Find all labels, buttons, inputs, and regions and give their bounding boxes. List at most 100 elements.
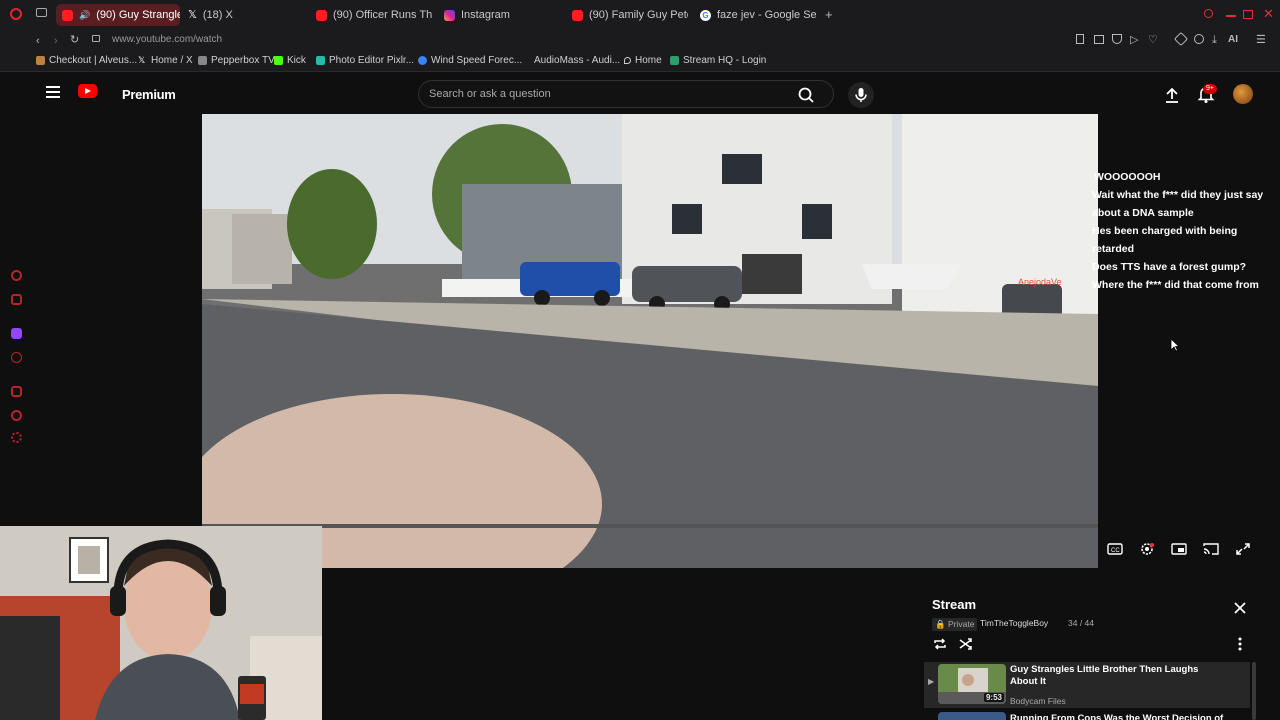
bookmark-pixlr[interactable]: Photo Editor Pixlr... [316, 55, 414, 66]
sidebar-chatgpt-icon[interactable] [11, 270, 22, 281]
bookmark-home-x[interactable]: 𝕏 Home / X [138, 55, 193, 66]
more-options-icon[interactable] [1236, 636, 1244, 652]
opera-logo-icon[interactable] [10, 8, 22, 20]
chat-message: WOOOOOOH [1094, 171, 1161, 183]
search-icon[interactable] [791, 85, 821, 105]
chat-message: Does TTS have a forest gump? [1092, 261, 1247, 273]
play-icon[interactable]: ▷ [1130, 33, 1138, 47]
pixlr-icon [316, 56, 325, 65]
playlist-video-title[interactable]: Guy Strangles Little Brother Then Laughs… [1010, 664, 1220, 688]
cast-icon[interactable] [1203, 542, 1219, 556]
bookmark-stream-hq[interactable]: Stream HQ - Login [670, 55, 766, 66]
bookmark-kick[interactable]: Kick [274, 55, 306, 66]
tab-family-guy[interactable]: (90) Family Guy Peter, Mo [572, 4, 688, 26]
playlist-title[interactable]: Stream [932, 597, 976, 612]
hamburger-menu-icon[interactable] [46, 86, 60, 98]
webcam-overlay [0, 526, 322, 720]
sidebar-twitch-icon[interactable] [11, 328, 22, 339]
video-thumbnail[interactable]: 9:53 [938, 664, 1006, 704]
bookmark-label: Pepperbox TV [211, 55, 275, 66]
new-tab-button[interactable]: + [825, 8, 833, 22]
shuffle-icon[interactable] [958, 636, 974, 652]
tab-x[interactable]: 𝕏 (18) X [188, 4, 298, 26]
playlist-owner[interactable]: TimTheToggleBoy [980, 618, 1048, 628]
close-window-icon[interactable]: ✕ [1263, 7, 1274, 21]
playlist-scrollbar[interactable] [1252, 662, 1256, 720]
youtube-icon [62, 9, 73, 21]
video-progress-bar[interactable] [202, 524, 1098, 528]
tab-guy-strangles[interactable]: 🔊 (90) Guy Strangles Littl [56, 4, 180, 26]
bookmark-home[interactable]: Home [624, 55, 662, 66]
sidebar-clock-icon[interactable] [11, 410, 22, 421]
sidebar-bag-icon[interactable] [11, 294, 22, 305]
bookmark-checkout[interactable]: Checkout | Alveus... [36, 55, 137, 66]
pin-icon [624, 57, 631, 64]
chat-message: Wait what the f*** did they just say [1092, 189, 1264, 201]
privacy-badge: 🔒 Private [932, 618, 978, 631]
voice-search-button[interactable] [848, 82, 874, 108]
tab-google-search[interactable]: G faze jev - Google Search [700, 4, 816, 26]
instagram-icon [444, 9, 455, 21]
bookmark-label: Home / X [151, 55, 193, 66]
bookmarks-bar: Checkout | Alveus... 𝕏 Home / X Pepperbox… [0, 52, 1280, 72]
video-player[interactable] [202, 114, 1098, 568]
tab-label: (90) Family Guy Peter, Mo [589, 9, 688, 21]
miniplayer-icon[interactable] [1171, 542, 1187, 556]
tab-officer-runs[interactable]: (90) Officer Runs Through [316, 4, 432, 26]
bookmark-pepperbox[interactable]: Pepperbox TV [198, 55, 275, 66]
playlist-position: 34 / 44 [1068, 618, 1094, 628]
chat-message: Hes been charged with being [1092, 225, 1238, 237]
search-tabs-icon[interactable] [1204, 9, 1213, 18]
privacy-label: Private [947, 619, 975, 629]
account-avatar[interactable] [1233, 84, 1253, 104]
tab-instagram[interactable]: Instagram [444, 4, 554, 26]
captions-icon[interactable]: CC [1107, 542, 1123, 556]
video-thumbnail[interactable] [938, 712, 1006, 720]
bookmark-icon[interactable] [1076, 34, 1084, 44]
bookmark-audiomass[interactable]: AudioMass - Audi... [534, 55, 620, 66]
sidebar-settings-icon[interactable] [11, 432, 22, 443]
search-box[interactable]: Search or ask a question [418, 80, 834, 108]
reload-icon[interactable]: ↻ [70, 33, 79, 47]
forward-icon[interactable]: › [54, 34, 58, 48]
playlist-video-channel[interactable]: Bodycam Files [1010, 696, 1066, 706]
snapshot-icon[interactable] [1094, 35, 1104, 44]
lock-icon: 🔒 [935, 619, 946, 629]
back-icon[interactable]: ‹ [36, 34, 40, 48]
chat-username: AnejodaVe [1018, 277, 1062, 287]
profile-icon[interactable] [1194, 34, 1204, 44]
download-icon[interactable]: ⤓ [1212, 33, 1217, 47]
tab-label: faze jev - Google Search [717, 9, 816, 21]
upload-icon[interactable] [1162, 86, 1182, 104]
settings-gear-icon[interactable] [1139, 542, 1155, 556]
svg-text:CC: CC [1111, 548, 1120, 554]
mouse-cursor-icon [1170, 338, 1180, 352]
notification-count-badge: 9+ [1203, 84, 1217, 94]
loop-icon[interactable] [932, 636, 948, 652]
maximize-icon[interactable] [1243, 10, 1253, 19]
bookmark-wind-speed[interactable]: Wind Speed Forec... [418, 55, 522, 66]
fullscreen-icon[interactable] [1235, 542, 1251, 556]
heart-icon[interactable]: ♡ [1148, 33, 1158, 47]
close-icon[interactable] [1232, 600, 1248, 616]
extensions-icon[interactable] [1173, 31, 1189, 47]
lock-icon [92, 35, 100, 42]
chat-message: Where the f*** did that come from [1092, 279, 1259, 291]
easy-setup-icon[interactable]: ☰ [1256, 33, 1266, 47]
minimize-icon[interactable] [1226, 15, 1236, 17]
playlist-item-current[interactable]: ▶ 9:53 Guy Strangles Little Brother Then… [924, 662, 1250, 708]
tab-label: (18) X [202, 9, 233, 21]
sidebar-percent-icon[interactable] [11, 352, 22, 363]
tab-list-icon[interactable] [36, 8, 47, 17]
youtube-icon [572, 9, 583, 21]
playlist-video-title[interactable]: Running From Cops Was the Worst Decision… [1010, 713, 1230, 720]
sidebar-history-icon[interactable] [11, 386, 22, 397]
adblock-icon[interactable] [1112, 34, 1122, 44]
youtube-premium-label[interactable]: Premium [122, 87, 176, 102]
bookmark-label: Checkout | Alveus... [49, 55, 138, 66]
search-input[interactable]: Search or ask a question [429, 88, 551, 100]
ai-icon[interactable]: AI [1228, 33, 1238, 47]
url-field[interactable]: www.youtube.com/watch [112, 34, 222, 45]
youtube-logo-icon[interactable] [78, 84, 97, 98]
x-icon: 𝕏 [138, 55, 146, 65]
